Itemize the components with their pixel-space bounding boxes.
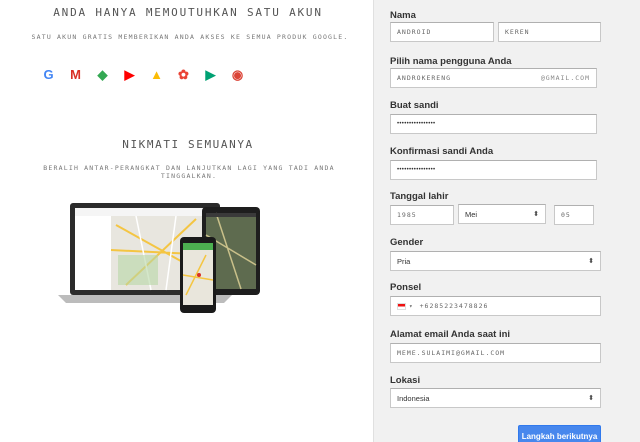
signup-form: Nama ANDROID KEREN Pilih nama pengguna A… bbox=[373, 0, 640, 442]
gender-value: Pria bbox=[397, 256, 411, 266]
promo-panel: Anda hanya memoutuhkan satu akun Satu ak… bbox=[0, 0, 373, 442]
chrome-icon: ◉ bbox=[231, 66, 244, 82]
username-value: ANDROKERENG bbox=[397, 74, 452, 82]
next-step-button[interactable]: Langkah berikutnya bbox=[518, 425, 601, 442]
current-email-label: Alamat email Anda saat ini bbox=[390, 329, 511, 340]
gmail-icon: M bbox=[70, 67, 81, 82]
current-email-input[interactable]: MEME.SULAIMI@GMAIL.COM bbox=[390, 343, 601, 363]
updown-arrows-icon: ⬍ bbox=[588, 395, 594, 402]
gender-select[interactable]: Pria ⬍ bbox=[390, 251, 601, 271]
google-products-icon-row: G M ◆ ▶ ▲ ✿ ▶ ◉ bbox=[40, 66, 246, 83]
password-label: Buat sandi bbox=[390, 100, 439, 111]
birthdate-month-select[interactable]: Mei ⬍ bbox=[458, 204, 546, 224]
promo-heading-one-account: Anda hanya memoutuhkan satu akun bbox=[53, 6, 323, 19]
username-input[interactable]: ANDROKERENG @gmail.com bbox=[390, 68, 597, 88]
photos-icon: ✿ bbox=[178, 66, 189, 82]
first-name-input[interactable]: ANDROID bbox=[390, 22, 494, 42]
devices-illustration bbox=[58, 203, 260, 313]
phone-label: Ponsel bbox=[390, 282, 422, 293]
indonesia-flag-icon[interactable] bbox=[397, 302, 406, 310]
birthdate-label: Tanggal lahir bbox=[390, 191, 449, 202]
phone-value: +6285223478826 bbox=[419, 302, 489, 310]
name-label: Nama bbox=[390, 10, 416, 21]
confirm-password-input[interactable]: •••••••••••••••• bbox=[390, 160, 597, 180]
play-icon: ▶ bbox=[205, 66, 216, 82]
google-icon: G bbox=[43, 67, 54, 82]
promo-heading-enjoy-all: Nikmati semuanya bbox=[122, 138, 254, 151]
location-select[interactable]: Indonesia ⬍ bbox=[390, 388, 601, 408]
updown-arrows-icon: ⬍ bbox=[588, 258, 594, 265]
location-value: Indonesia bbox=[397, 393, 430, 403]
maps-icon: ◆ bbox=[97, 66, 108, 82]
chevron-down-icon[interactable]: ▾ bbox=[409, 303, 414, 310]
youtube-icon: ▶ bbox=[124, 66, 135, 82]
birthdate-day-input[interactable]: 1985 bbox=[390, 205, 454, 225]
last-name-input[interactable]: KEREN bbox=[498, 22, 601, 42]
password-input[interactable]: •••••••••••••••• bbox=[390, 114, 597, 134]
drive-icon: ▲ bbox=[150, 67, 163, 82]
username-label: Pilih nama pengguna Anda bbox=[390, 56, 512, 67]
birthdate-year-input[interactable]: 05 bbox=[554, 205, 594, 225]
location-label: Lokasi bbox=[390, 375, 421, 386]
gender-label: Gender bbox=[390, 237, 424, 248]
phone-input[interactable]: ▾ +6285223478826 bbox=[390, 296, 601, 316]
updown-arrows-icon: ⬍ bbox=[533, 211, 539, 218]
promo-subheading-switch-devices: Beralih antar-perangkat dan lanjutkan la… bbox=[43, 164, 335, 180]
promo-subheading-free-account: Satu akun gratis memberikan Anda akses k… bbox=[31, 33, 349, 41]
birthdate-month-value: Mei bbox=[465, 209, 478, 219]
confirm-password-label: Konfirmasi sandi Anda bbox=[390, 146, 494, 157]
username-domain-suffix: @gmail.com bbox=[540, 74, 590, 82]
